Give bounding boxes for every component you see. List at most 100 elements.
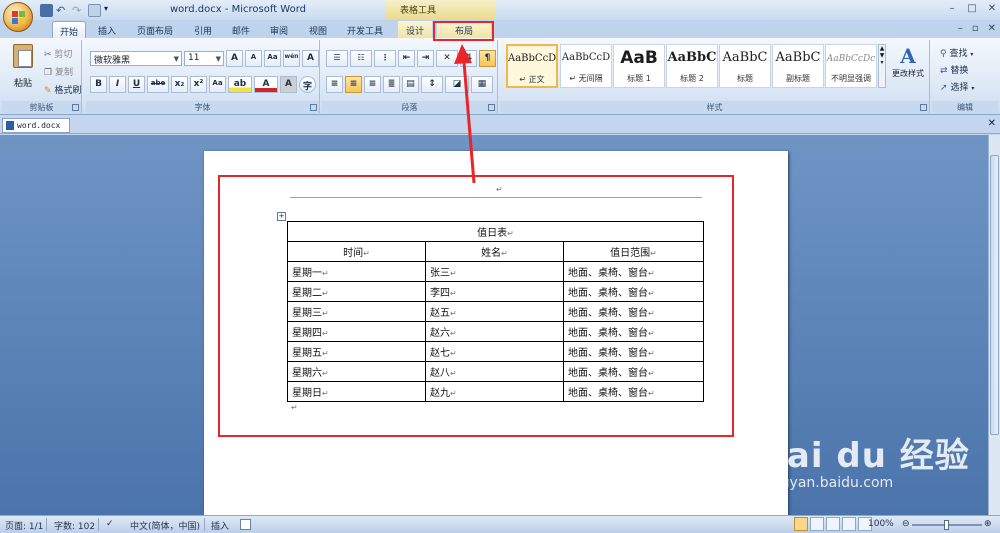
style-gallery-scroll[interactable]: ▲ ▼ ▾	[878, 44, 886, 88]
sort-button[interactable]: ⇅	[460, 50, 477, 67]
tab-developer[interactable]: 开发工具	[340, 21, 390, 38]
document-tab[interactable]: word.docx	[2, 118, 70, 133]
clear-format-button[interactable]: Aa	[264, 50, 281, 67]
paragraph-launcher-icon[interactable]	[488, 104, 495, 111]
clipboard-launcher-icon[interactable]	[72, 104, 79, 111]
web-layout-view-button[interactable]	[826, 517, 840, 531]
doc-close-icon[interactable]: ✕	[988, 23, 996, 34]
tab-mailings[interactable]: 邮件	[224, 21, 258, 38]
tab-home[interactable]: 开始	[52, 21, 86, 38]
format-painter-button[interactable]: ✎ 格式刷	[40, 80, 85, 96]
cut-button[interactable]: ✂ 剪切	[40, 44, 76, 60]
char-shading-button[interactable]: A	[280, 76, 297, 93]
tab-view[interactable]: 视图	[301, 21, 335, 38]
style-sample: AaBbC	[775, 50, 821, 65]
tab-review[interactable]: 审阅	[262, 21, 296, 38]
font-name-combo[interactable]: 微软雅黑 ▼	[90, 51, 182, 66]
quick-access-toolbar: ↶ ↷ ▾	[40, 3, 117, 17]
numbering-button[interactable]: ☷	[350, 50, 372, 67]
zoom-slider-thumb[interactable]	[944, 520, 949, 530]
line-spacing-button[interactable]: ↕	[421, 76, 443, 93]
font-size-combo[interactable]: 11 ▼	[184, 51, 224, 66]
replace-button[interactable]: ⇄ 替换	[936, 60, 972, 76]
distributed-button[interactable]: ▤	[402, 76, 419, 93]
borders-button[interactable]: ▦	[471, 76, 493, 93]
tab-page-layout[interactable]: 页面布局	[130, 21, 180, 38]
find-button[interactable]: ⚲ 查找 ▾	[936, 43, 977, 59]
change-case-icon: Aa	[212, 79, 223, 87]
macro-record-icon[interactable]	[240, 519, 251, 530]
paste-icon	[13, 44, 33, 68]
zoom-level[interactable]: 100%	[868, 519, 894, 529]
style-heading-2[interactable]: AaBbC 标题 2	[666, 44, 718, 88]
maximize-button[interactable]: □	[967, 3, 977, 14]
italic-button[interactable]: I	[109, 76, 126, 93]
shading-button[interactable]: ◪	[445, 76, 469, 93]
print-layout-view-button[interactable]	[794, 517, 808, 531]
full-screen-view-button[interactable]	[810, 517, 824, 531]
show-marks-button[interactable]: ¶	[479, 50, 496, 67]
phonetic-guide-icon: wén	[284, 53, 299, 60]
styles-launcher-icon[interactable]	[920, 104, 927, 111]
font-color-button[interactable]: A	[254, 76, 278, 93]
grow-font-button[interactable]: A	[226, 50, 243, 67]
decrease-indent-button[interactable]: ⇤	[398, 50, 415, 67]
ribbon-restore-icon[interactable]: ▫	[972, 23, 979, 34]
proofing-icon[interactable]: ✓	[106, 519, 114, 529]
shrink-font-button[interactable]: A	[245, 50, 262, 67]
style-heading-1[interactable]: AaB 标题 1	[613, 44, 665, 88]
ribbon-minimize-icon[interactable]: –	[958, 23, 963, 34]
justify-button[interactable]: ≣	[383, 76, 400, 93]
close-doc-tab-icon[interactable]: ✕	[988, 118, 996, 129]
style-sample: AaBbCcDc	[826, 54, 876, 64]
tab-table-design[interactable]: 设计	[398, 21, 432, 38]
print-preview-icon[interactable]	[88, 3, 101, 17]
select-button[interactable]: ➚ 选择 ▾	[936, 77, 978, 93]
redo-icon[interactable]: ↷	[72, 4, 85, 17]
char-border-button[interactable]: A	[302, 50, 319, 67]
bold-button[interactable]: B	[90, 76, 107, 93]
align-left-button[interactable]: ≡	[326, 76, 343, 93]
scrollbar-thumb[interactable]	[990, 155, 999, 435]
align-center-button[interactable]: ≡	[345, 76, 362, 93]
font-launcher-icon[interactable]	[310, 104, 317, 111]
editing-group: ⚲ 查找 ▾ ⇄ 替换 ➚ 选择 ▾ 编辑	[932, 40, 998, 113]
bullets-button[interactable]: ☰	[326, 50, 348, 67]
subscript-button[interactable]: x₂	[171, 76, 188, 93]
multilevel-list-button[interactable]: ⋮	[374, 50, 396, 67]
change-case-button[interactable]: Aa	[209, 76, 226, 93]
outline-view-button[interactable]	[842, 517, 856, 531]
align-right-button[interactable]: ≡	[364, 76, 381, 93]
zoom-in-icon[interactable]: ⊕	[984, 519, 992, 529]
change-styles-button[interactable]: A 更改样式	[888, 44, 928, 90]
office-button[interactable]	[3, 2, 33, 32]
style-subtle-emphasis[interactable]: AaBbCcDc 不明显强调	[825, 44, 877, 88]
style-no-spacing[interactable]: AaBbCcD ↵ 无间隔	[560, 44, 612, 88]
phonetic-guide-button[interactable]: wén	[283, 50, 300, 67]
increase-indent-button[interactable]: ⇥	[417, 50, 434, 67]
style-subtitle[interactable]: AaBbC 副标题	[772, 44, 824, 88]
tab-insert[interactable]: 插入	[90, 21, 124, 38]
tab-references[interactable]: 引用	[186, 21, 220, 38]
vertical-scrollbar[interactable]	[988, 135, 1000, 515]
enclose-char-button[interactable]: 字	[299, 76, 316, 93]
minimize-button[interactable]: –	[947, 3, 957, 14]
insert-mode-status[interactable]: 插入	[211, 519, 229, 532]
language-status[interactable]: 中文(简体，中国)	[130, 519, 200, 532]
chinese-layout-button[interactable]: ✕	[436, 50, 458, 67]
undo-icon[interactable]: ↶	[56, 4, 69, 17]
paste-button[interactable]: 粘贴	[9, 44, 37, 94]
close-button[interactable]: ✕	[987, 3, 997, 14]
copy-button[interactable]: ❐ 复制	[40, 62, 77, 78]
word-count[interactable]: 字数: 102	[54, 519, 95, 532]
save-icon[interactable]	[40, 3, 53, 17]
customize-qat-icon[interactable]: ▾	[104, 4, 117, 17]
underline-button[interactable]: U	[128, 76, 145, 93]
superscript-button[interactable]: x²	[190, 76, 207, 93]
strikethrough-button[interactable]: abe	[147, 76, 169, 93]
zoom-out-icon[interactable]: ⊖	[902, 519, 910, 529]
style-normal[interactable]: AaBbCcD ↵ 正文	[506, 44, 558, 88]
style-title[interactable]: AaBbC 标题	[719, 44, 771, 88]
highlight-button[interactable]: ab	[228, 76, 252, 93]
page-count[interactable]: 页面: 1/1	[5, 519, 43, 532]
